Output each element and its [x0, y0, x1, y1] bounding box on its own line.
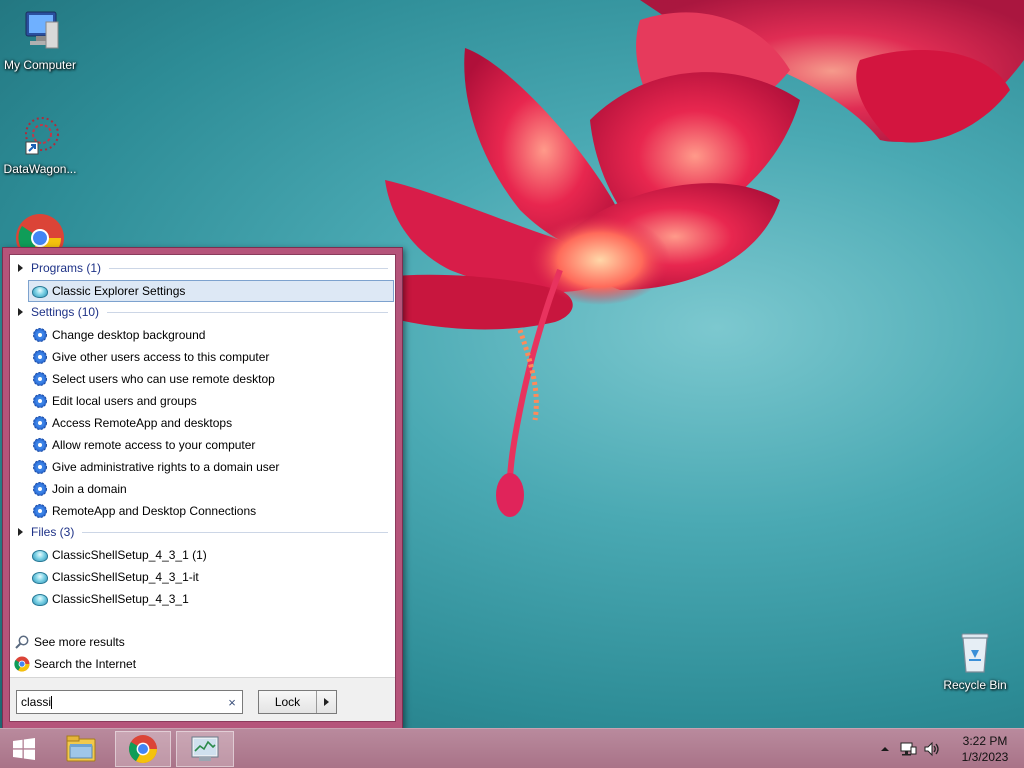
network-icon[interactable]	[896, 741, 920, 757]
group-label: Settings (10)	[31, 305, 100, 319]
group-divider	[109, 267, 388, 269]
result-setting[interactable]: Edit local users and groups	[28, 390, 394, 412]
group-header-programs[interactable]: Programs (1)	[18, 259, 388, 277]
result-label: ClassicShellSetup_4_3_1	[52, 592, 189, 606]
clock-date: 1/3/2023	[961, 750, 1009, 764]
result-file[interactable]: ClassicShellSetup_4_3_1	[28, 588, 394, 610]
result-label: Select users who can use remote desktop	[52, 372, 275, 386]
clock[interactable]: 3:22 PM 1/3/2023	[952, 733, 1018, 765]
search-results: Programs (1) Classic Explorer Settings S…	[10, 255, 395, 679]
gear-icon	[33, 460, 47, 474]
group-divider	[82, 531, 388, 533]
desktop-icon-datawagon[interactable]: DataWagon...	[0, 112, 80, 176]
see-more-results-link[interactable]: See more results	[14, 632, 125, 652]
lock-button[interactable]: Lock	[259, 691, 317, 713]
result-setting[interactable]: Give other users access to this computer	[28, 346, 394, 368]
lock-split-button: Lock	[258, 690, 337, 714]
result-label: RemoteApp and Desktop Connections	[52, 504, 257, 518]
link-label: See more results	[34, 635, 125, 649]
desktop-icon-recycle-bin[interactable]: Recycle Bin	[935, 628, 1015, 692]
group-header-settings[interactable]: Settings (10)	[18, 303, 388, 321]
taskbar: 3:22 PM 1/3/2023	[0, 728, 1024, 768]
clock-time: 3:22 PM	[962, 734, 1008, 748]
result-label: Access RemoteApp and desktops	[52, 416, 233, 430]
taskbar-task-manager[interactable]	[176, 731, 234, 767]
result-classic-explorer-settings[interactable]: Classic Explorer Settings	[28, 280, 394, 302]
result-label: ClassicShellSetup_4_3_1-it	[52, 570, 199, 584]
gear-icon	[33, 394, 47, 408]
result-label: Classic Explorer Settings	[52, 284, 186, 298]
clear-search-icon[interactable]: ×	[222, 695, 242, 710]
search-input-value: classi	[21, 694, 52, 709]
start-button[interactable]	[4, 731, 44, 767]
classic-shell-icon	[32, 594, 48, 606]
result-label: Join a domain	[52, 482, 127, 496]
classic-shell-icon	[32, 550, 48, 562]
result-label: ClassicShellSetup_4_3_1 (1)	[52, 548, 207, 562]
lock-options-arrow-button[interactable]	[317, 691, 336, 713]
volume-icon[interactable]	[920, 741, 944, 757]
result-setting[interactable]: Select users who can use remote desktop	[28, 368, 394, 390]
gear-icon	[33, 504, 47, 518]
gear-icon	[33, 328, 47, 342]
expand-triangle-icon	[18, 528, 23, 536]
result-label: Edit local users and groups	[52, 394, 197, 408]
gear-icon	[33, 372, 47, 386]
search-strip: classi × Lock	[10, 677, 395, 721]
recycle-bin-icon	[951, 628, 999, 676]
result-file[interactable]: ClassicShellSetup_4_3_1 (1)	[28, 544, 394, 566]
chrome-icon	[129, 735, 157, 763]
classic-shell-icon	[32, 572, 48, 584]
group-header-files[interactable]: Files (3)	[18, 523, 388, 541]
result-label: Give administrative rights to a domain u…	[52, 460, 280, 474]
result-setting[interactable]: RemoteApp and Desktop Connections	[28, 500, 394, 522]
system-tray: 3:22 PM 1/3/2023	[874, 729, 1024, 768]
file-explorer-icon	[66, 735, 96, 762]
start-icon	[13, 738, 35, 760]
search-icon	[15, 635, 29, 649]
group-label: Files (3)	[31, 525, 75, 539]
group-label: Programs (1)	[31, 261, 102, 275]
desktop-icon-my-computer[interactable]: My Computer	[0, 8, 80, 72]
result-label: Change desktop background	[52, 328, 206, 342]
gear-icon	[33, 350, 47, 364]
computer-icon	[16, 8, 64, 56]
expand-triangle-icon	[18, 264, 23, 272]
search-internet-link[interactable]: Search the Internet	[14, 654, 136, 674]
result-file[interactable]: ClassicShellSetup_4_3_1-it	[28, 566, 394, 588]
expand-triangle-icon	[18, 308, 23, 316]
datawagon-shortcut-icon	[16, 112, 64, 160]
taskbar-chrome[interactable]	[115, 731, 171, 767]
chrome-icon	[14, 656, 30, 672]
result-setting[interactable]: Join a domain	[28, 478, 394, 500]
link-label: Search the Internet	[34, 657, 137, 671]
gear-icon	[33, 438, 47, 452]
show-hidden-icons-icon[interactable]	[874, 745, 896, 753]
gear-icon	[33, 482, 47, 496]
text-caret	[51, 696, 53, 710]
desktop-icon-label: My Computer	[3, 58, 77, 72]
start-menu-panel: Programs (1) Classic Explorer Settings S…	[9, 254, 396, 722]
classic-shell-icon	[32, 286, 48, 298]
result-label: Give other users access to this computer	[52, 350, 270, 364]
taskbar-file-explorer[interactable]	[58, 731, 104, 767]
result-label: Allow remote access to your computer	[52, 438, 256, 452]
desktop-icon-label: DataWagon...	[3, 162, 77, 176]
result-setting[interactable]: Change desktop background	[28, 324, 394, 346]
result-setting[interactable]: Give administrative rights to a domain u…	[28, 456, 394, 478]
search-input[interactable]: classi ×	[16, 690, 243, 714]
desktop-icon-label: Recycle Bin	[943, 678, 1007, 692]
group-divider	[107, 311, 388, 313]
chevron-right-icon	[324, 698, 329, 706]
start-menu: Programs (1) Classic Explorer Settings S…	[2, 247, 403, 729]
gear-icon	[33, 416, 47, 430]
result-setting[interactable]: Allow remote access to your computer	[28, 434, 394, 456]
task-manager-icon	[191, 736, 219, 761]
result-setting[interactable]: Access RemoteApp and desktops	[28, 412, 394, 434]
